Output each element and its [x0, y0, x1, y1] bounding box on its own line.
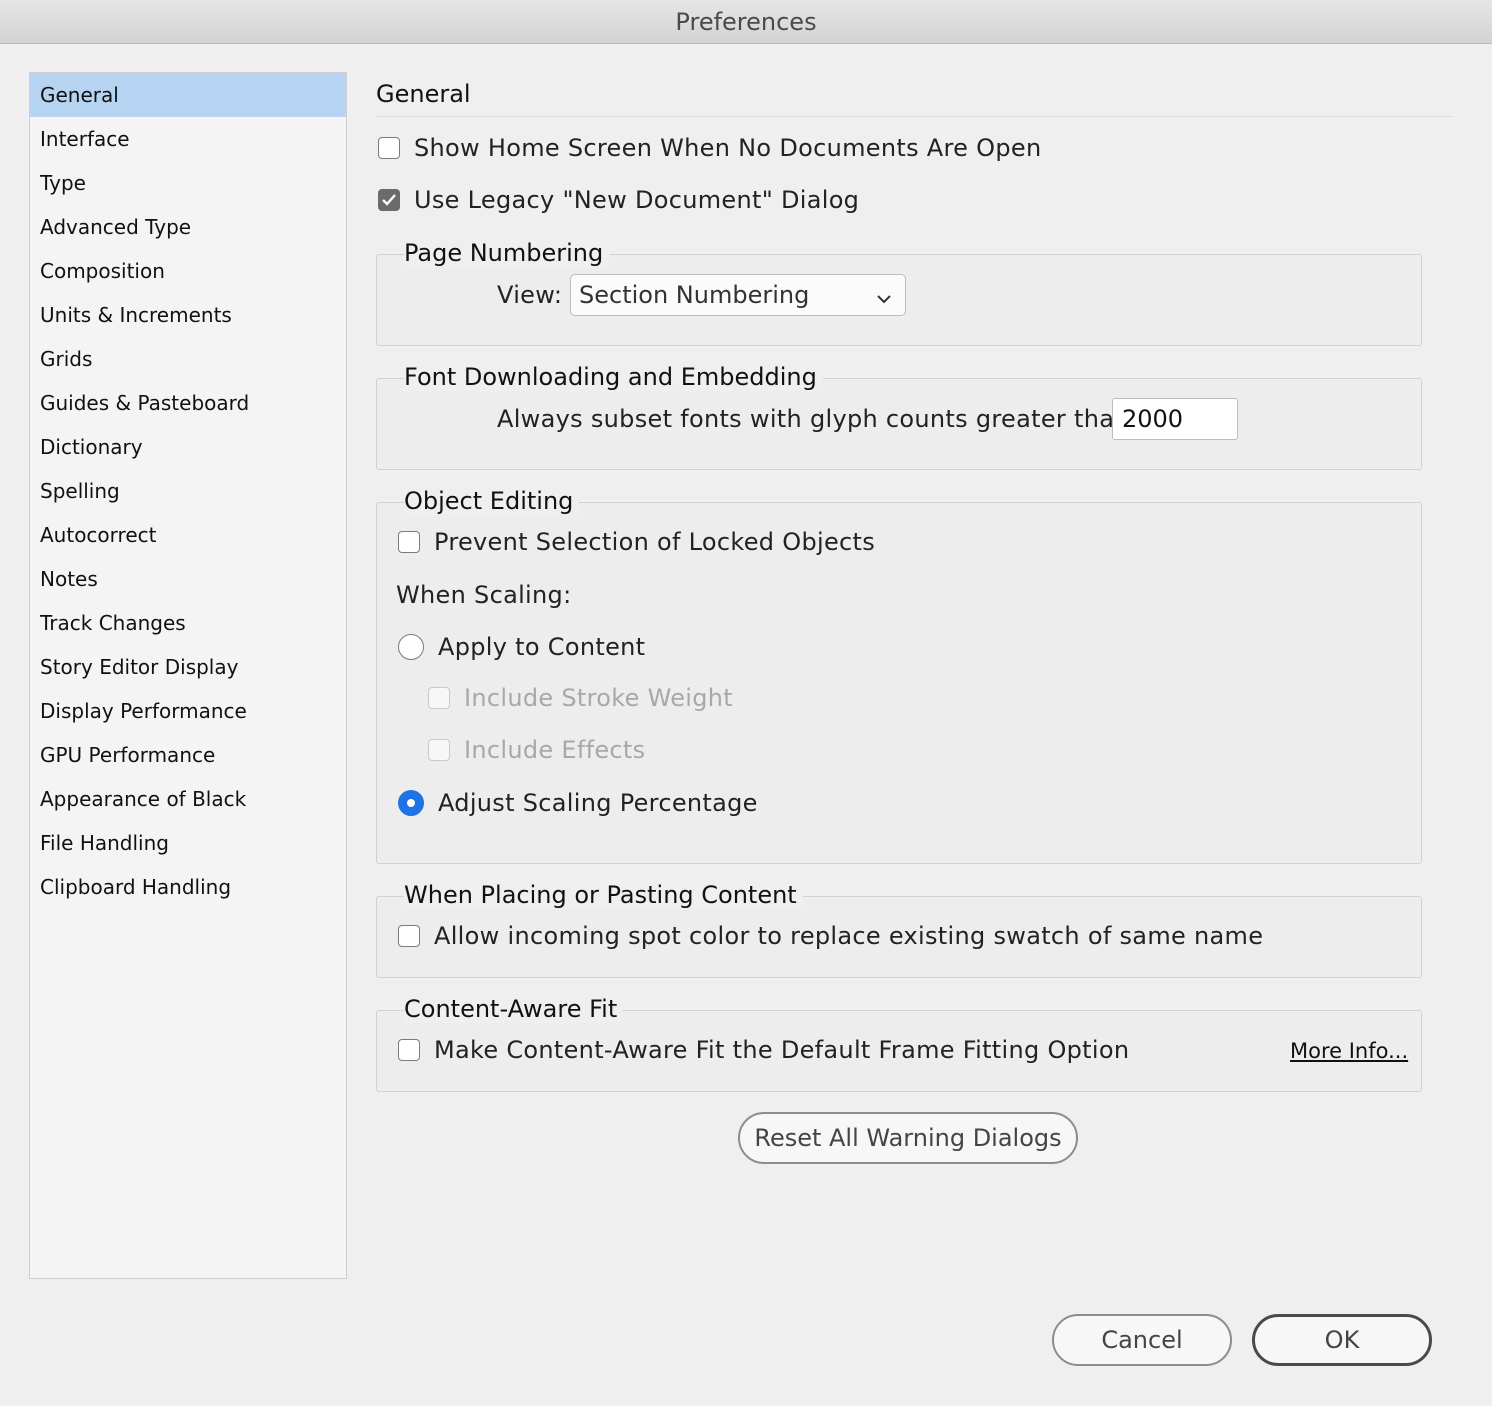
title-bar: Preferences: [0, 0, 1492, 44]
sidebar-item-grids[interactable]: Grids: [30, 337, 346, 381]
show-home-screen-row[interactable]: Show Home Screen When No Documents Are O…: [378, 134, 1041, 162]
prevent-locked-row[interactable]: Prevent Selection of Locked Objects: [398, 528, 875, 556]
adjust-scaling-label: Adjust Scaling Percentage: [438, 789, 758, 817]
include-effects-row: Include Effects: [428, 736, 645, 764]
view-select[interactable]: Section Numbering: [570, 274, 906, 316]
page-numbering-legend: Page Numbering: [404, 239, 610, 267]
allow-spot-label: Allow incoming spot color to replace exi…: [434, 922, 1264, 950]
include-effects-checkbox: [428, 739, 450, 761]
include-stroke-label: Include Stroke Weight: [464, 684, 734, 712]
window-title: Preferences: [675, 7, 817, 36]
sidebar-item-track-changes[interactable]: Track Changes: [30, 601, 346, 645]
sidebar-item-autocorrect[interactable]: Autocorrect: [30, 513, 346, 557]
allow-spot-row[interactable]: Allow incoming spot color to replace exi…: [398, 922, 1263, 950]
sidebar-item-type[interactable]: Type: [30, 161, 346, 205]
sidebar-item-dictionary[interactable]: Dictionary: [30, 425, 346, 469]
sidebar-item-gpu-performance[interactable]: GPU Performance: [30, 733, 346, 777]
object-editing-legend: Object Editing: [404, 487, 580, 515]
sidebar-item-file-handling[interactable]: File Handling: [30, 821, 346, 865]
more-info-link[interactable]: More Info...: [1290, 1039, 1408, 1063]
view-select-value: Section Numbering: [579, 281, 810, 309]
placing-legend: When Placing or Pasting Content: [404, 881, 803, 909]
subset-label: Always subset fonts with glyph counts gr…: [497, 405, 1139, 433]
sidebar-item-story-editor-display[interactable]: Story Editor Display: [30, 645, 346, 689]
prevent-locked-label: Prevent Selection of Locked Objects: [434, 528, 876, 556]
when-scaling-row: When Scaling:: [396, 581, 571, 609]
prevent-locked-checkbox[interactable]: [398, 531, 420, 553]
include-stroke-checkbox: [428, 687, 450, 709]
sidebar-item-spelling[interactable]: Spelling: [30, 469, 346, 513]
sidebar-item-appearance-of-black[interactable]: Appearance of Black: [30, 777, 346, 821]
view-label: View:: [497, 281, 563, 309]
page-title: General: [376, 80, 471, 108]
sidebar-item-general[interactable]: General: [30, 73, 346, 117]
sidebar-item-advanced-type[interactable]: Advanced Type: [30, 205, 346, 249]
content-aware-checkbox[interactable]: [398, 1039, 420, 1061]
preferences-sidebar: General Interface Type Advanced Type Com…: [29, 72, 347, 1279]
include-stroke-row: Include Stroke Weight: [428, 684, 733, 712]
subset-row: Always subset fonts with glyph counts gr…: [497, 405, 1138, 433]
include-effects-label: Include Effects: [464, 736, 646, 764]
glyph-count-input[interactable]: 2000: [1112, 398, 1238, 440]
content-aware-row[interactable]: Make Content-Aware Fit the Default Frame…: [398, 1036, 1129, 1064]
cancel-button[interactable]: Cancel: [1052, 1314, 1232, 1366]
apply-to-content-label: Apply to Content: [438, 633, 646, 661]
show-home-screen-checkbox[interactable]: [378, 137, 400, 159]
legacy-dialog-checkbox[interactable]: [378, 189, 400, 211]
adjust-scaling-row[interactable]: Adjust Scaling Percentage: [398, 789, 758, 817]
content-aware-legend: Content-Aware Fit: [404, 995, 624, 1023]
legacy-dialog-label: Use Legacy "New Document" Dialog: [414, 186, 860, 214]
chevron-down-icon: [875, 286, 893, 314]
sidebar-item-display-performance[interactable]: Display Performance: [30, 689, 346, 733]
sidebar-item-interface[interactable]: Interface: [30, 117, 346, 161]
sidebar-item-units-increments[interactable]: Units & Increments: [30, 293, 346, 337]
legacy-dialog-row[interactable]: Use Legacy "New Document" Dialog: [378, 186, 859, 214]
adjust-scaling-radio[interactable]: [398, 790, 424, 816]
show-home-screen-label: Show Home Screen When No Documents Are O…: [414, 134, 1042, 162]
apply-to-content-radio[interactable]: [398, 634, 424, 660]
title-divider: [376, 116, 1452, 117]
when-scaling-label: When Scaling:: [396, 581, 572, 609]
reset-warning-dialogs-button[interactable]: Reset All Warning Dialogs: [738, 1112, 1078, 1164]
apply-to-content-row[interactable]: Apply to Content: [398, 633, 645, 661]
allow-spot-checkbox[interactable]: [398, 925, 420, 947]
ok-button[interactable]: OK: [1252, 1314, 1432, 1366]
font-downloading-legend: Font Downloading and Embedding: [404, 363, 823, 391]
sidebar-item-notes[interactable]: Notes: [30, 557, 346, 601]
sidebar-item-guides-pasteboard[interactable]: Guides & Pasteboard: [30, 381, 346, 425]
sidebar-item-composition[interactable]: Composition: [30, 249, 346, 293]
content-aware-label: Make Content-Aware Fit the Default Frame…: [434, 1036, 1130, 1064]
view-label-row: View:: [497, 281, 562, 309]
sidebar-item-clipboard-handling[interactable]: Clipboard Handling: [30, 865, 346, 909]
